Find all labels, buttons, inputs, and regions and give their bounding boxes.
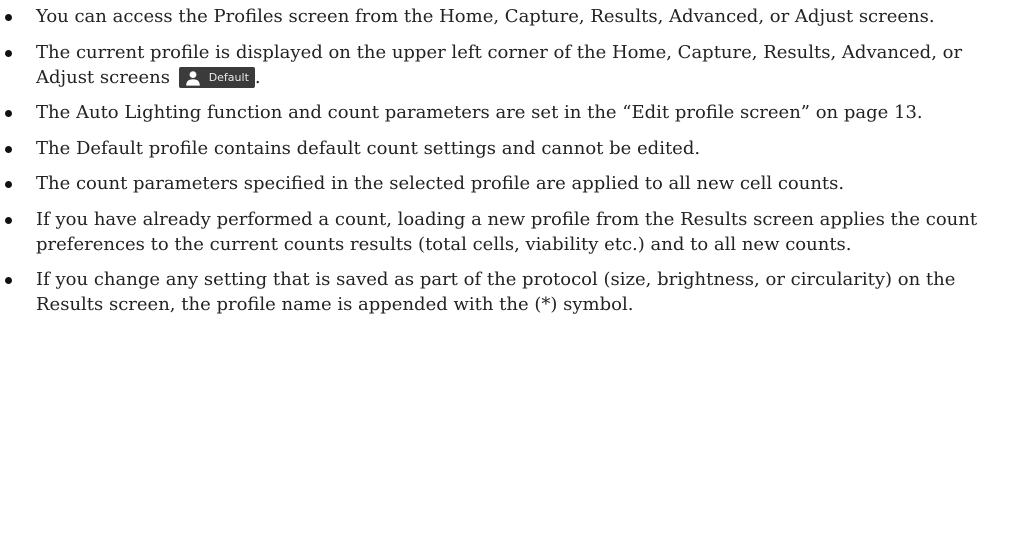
list-item-text: If you have already performed a count, l… <box>36 208 978 255</box>
list-item-text: The current profile is displayed on the … <box>36 41 963 88</box>
list-item: The Auto Lighting function and count par… <box>0 100 1013 125</box>
bullet-marker <box>5 110 12 117</box>
list-item-text: If you change any setting that is saved … <box>36 269 956 315</box>
bullet-marker <box>5 145 12 153</box>
current-profile-chip: Default <box>178 67 255 88</box>
list-item: The count parameters specified in the se… <box>0 171 1013 196</box>
list-item: The current profile is displayed on the … <box>0 40 1013 90</box>
bullet-list: You can access the Profiles screen from … <box>0 4 1013 328</box>
list-item-text: The Auto Lighting function and count par… <box>36 102 923 123</box>
list-item: You can access the Profiles screen from … <box>0 4 1013 29</box>
list-item: The Default profile contains default cou… <box>0 136 1013 161</box>
list-item: If you change any setting that is saved … <box>0 267 1013 317</box>
bullet-marker <box>5 277 12 284</box>
list-item-text: The count parameters specified in the se… <box>36 173 845 194</box>
bullet-marker <box>5 181 12 188</box>
list-item-text: You can access the Profiles screen from … <box>36 6 935 27</box>
list-item-text-end: . <box>254 66 261 88</box>
user-icon <box>185 70 200 86</box>
list-item-text: The Default profile contains default cou… <box>36 137 701 159</box>
list-item: If you have already performed a count, l… <box>0 207 1013 257</box>
bullet-marker <box>5 216 12 224</box>
bullet-marker <box>5 14 12 21</box>
bullet-marker <box>5 49 12 57</box>
profile-chip-label: Default <box>208 71 249 84</box>
